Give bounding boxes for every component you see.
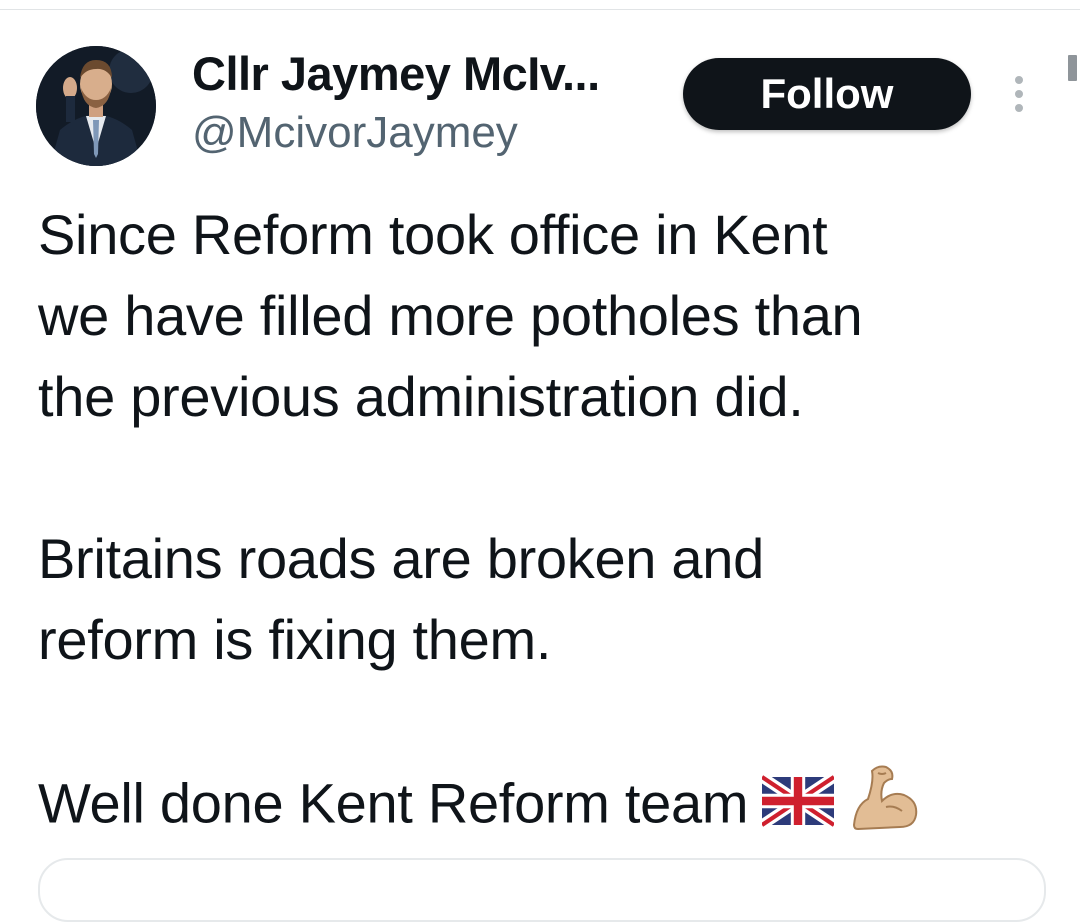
tweet-line: Well done Kent Reform team <box>38 771 749 835</box>
tweet-line: Britains roads are broken and <box>38 527 764 590</box>
follow-button[interactable]: Follow <box>683 58 971 130</box>
author-handle[interactable]: @McivorJaymey <box>192 106 518 160</box>
avatar[interactable] <box>36 46 156 166</box>
union-jack-flag-icon <box>759 767 838 848</box>
top-divider <box>0 0 1080 10</box>
tweet-line: we have filled more potholes than <box>38 284 863 347</box>
tweet-line: the previous administration did. <box>38 365 804 428</box>
more-options-icon[interactable] <box>1003 70 1033 118</box>
flexed-biceps-icon <box>848 761 920 854</box>
tweet-text: Since Reform took office in Kent we have… <box>38 194 1048 854</box>
scrollbar-thumb[interactable] <box>1068 55 1077 81</box>
tweet-last-line: Well done Kent Reform team <box>38 761 1048 854</box>
quoted-card-edge[interactable] <box>38 858 1046 922</box>
author-display-name[interactable]: Cllr Jaymey McIv... <box>192 46 600 102</box>
tweet-line: Since Reform took office in Kent <box>38 203 828 266</box>
tweet-line: reform is fixing them. <box>38 608 552 671</box>
